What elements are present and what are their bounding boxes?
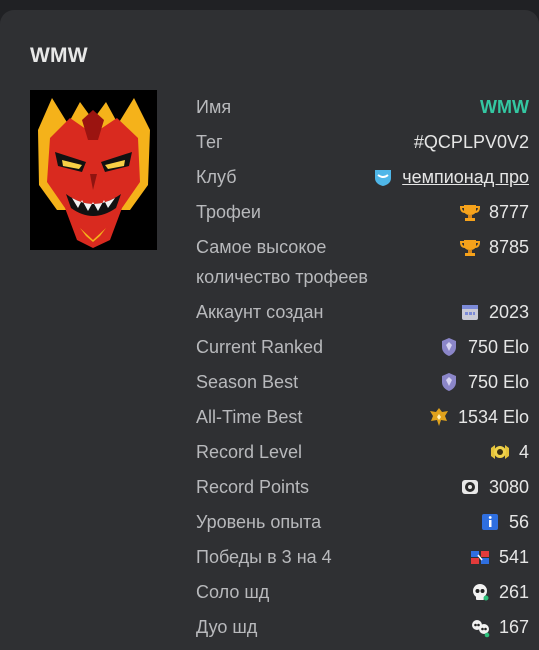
ranked-shield-icon (438, 336, 460, 358)
stat-row-trophies: Трофеи 8777 (196, 195, 529, 230)
stat-value: 750 Elo (467, 372, 529, 392)
player-profile-card: WMW Имя WMW Тег #QCPLPV0V2 Клуб чемпиона… (0, 10, 539, 650)
stat-label: Уровень опыта (196, 512, 322, 532)
ranked-shield-icon (438, 371, 460, 393)
stat-label: Самое высокое количество трофеев (196, 237, 368, 287)
highest-trophies-value: 8785 (459, 232, 529, 262)
duo-skull-icon (469, 616, 491, 638)
current-ranked-value: 750 Elo (438, 332, 529, 362)
solo-showdown-value: 261 (469, 577, 529, 607)
stat-label: Трофеи (196, 202, 261, 222)
card-title: WMW (30, 44, 88, 67)
stat-label: Season Best (196, 372, 299, 392)
trophies-value: 8777 (459, 197, 529, 227)
all-time-best-value: 1534 Elo (428, 402, 529, 432)
club-link[interactable]: чемпионад про (402, 162, 529, 192)
record-points-value: 3080 (459, 472, 529, 502)
trophy-icon (459, 201, 481, 223)
stat-value: 8777 (488, 202, 529, 222)
stat-row-season-best: Season Best 750 Elo (196, 365, 529, 400)
club-value[interactable]: чемпионад про (372, 162, 529, 192)
stat-label: Клуб (196, 167, 237, 187)
stat-label: Соло шд (196, 582, 270, 602)
stat-value: 541 (498, 547, 529, 567)
gold-rank-icon (428, 406, 450, 428)
profile-stats-list: Имя WMW Тег #QCPLPV0V2 Клуб чемпионад пр… (196, 90, 529, 645)
stat-row-record-points: Record Points 3080 (196, 470, 529, 505)
club-badge-icon (372, 166, 394, 188)
calendar-icon (459, 301, 481, 323)
stat-row-experience-level: Уровень опыта 56 (196, 505, 529, 540)
stat-label: Тег (196, 132, 223, 152)
stat-value: 167 (498, 617, 529, 637)
record-points-icon (459, 476, 481, 498)
stat-label: Record Points (196, 477, 310, 497)
stat-label: Имя (196, 97, 232, 117)
stat-row-highest-trophies: Самое высокое количество трофеев 8785 (196, 230, 529, 295)
stat-row-account-created: Аккаунт создан 2023 (196, 295, 529, 330)
stat-label: Record Level (196, 442, 303, 462)
stat-row-3v3-wins: Победы в 3 на 4 541 (196, 540, 529, 575)
stat-row-current-ranked: Current Ranked 750 Elo (196, 330, 529, 365)
stat-value: 2023 (488, 302, 529, 322)
stat-value: 4 (518, 442, 529, 462)
red-devil-avatar-icon (30, 90, 157, 250)
stat-row-solo-showdown: Соло шд 261 (196, 575, 529, 610)
stat-label: Дуо шд (196, 617, 258, 637)
record-level-icon (489, 441, 511, 463)
stat-label: Победы в 3 на 4 (196, 547, 332, 567)
stat-label: Аккаунт создан (196, 302, 324, 322)
record-level-value: 4 (489, 437, 529, 467)
account-created-value: 2023 (459, 297, 529, 327)
season-best-value: 750 Elo (438, 367, 529, 397)
stat-label: All-Time Best (196, 407, 303, 427)
stat-row-name: Имя WMW (196, 90, 529, 125)
stat-value: 261 (498, 582, 529, 602)
player-name-value: WMW (480, 97, 529, 117)
duo-showdown-value: 167 (469, 612, 529, 642)
stat-value: 3080 (488, 477, 529, 497)
stat-row-all-time-best: All-Time Best 1534 Elo (196, 400, 529, 435)
player-tag-value[interactable]: #QCPLPV0V2 (414, 127, 529, 157)
info-badge-icon (479, 511, 501, 533)
trophy-icon (459, 236, 481, 258)
3v3-wins-value: 541 (469, 542, 529, 572)
stat-label: Current Ranked (196, 337, 324, 357)
stat-row-tag: Тег #QCPLPV0V2 (196, 125, 529, 160)
team-versus-icon (469, 546, 491, 568)
skull-icon (469, 581, 491, 603)
experience-level-value: 56 (479, 507, 529, 537)
stat-value: 750 Elo (467, 337, 529, 357)
stat-value: 56 (508, 512, 529, 532)
stat-row-club: Клуб чемпионад про (196, 160, 529, 195)
stat-value: 1534 Elo (457, 407, 529, 427)
stat-value: 8785 (488, 237, 529, 257)
stat-row-record-level: Record Level 4 (196, 435, 529, 470)
